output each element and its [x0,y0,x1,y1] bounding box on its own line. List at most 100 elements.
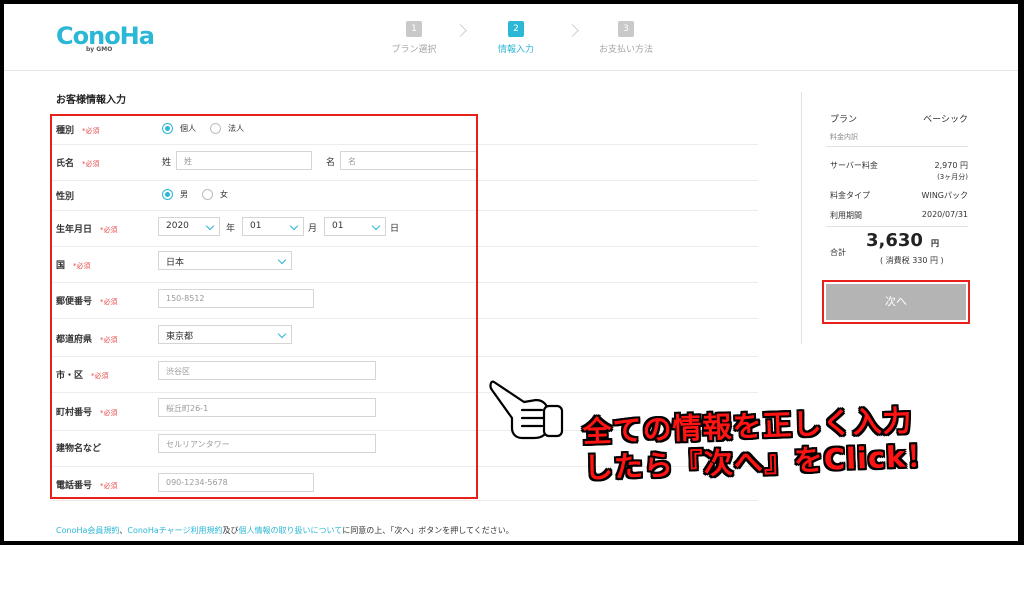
total-label: 合計 [830,248,846,257]
step-number: 3 [618,21,634,37]
terms-link[interactable]: ConoHa会員規約 [56,526,119,535]
radio-male-label: 男 [180,190,188,199]
gender-label: 性別 [56,192,75,202]
radio-individual[interactable] [162,123,173,134]
page: ConoHa by GMO 1 プラン選択 2 情報入力 3 お支払い方法 お客… [4,4,1018,541]
step-label: 情報入力 [497,45,534,55]
summary-rule [826,226,968,227]
phone-label: 電話番号 *必須 [56,481,118,491]
prefecture-value: 東京都 [166,332,194,342]
logo-sub: by GMO [86,46,113,53]
privacy-link[interactable]: 個人情報の取り扱いについて [239,526,343,535]
birth-month-select[interactable]: 01 [242,217,304,236]
row-city: 市・区 *必須 渋谷区 [52,356,758,393]
row-postal: 郵便番号 *必須 150-8512 [52,282,758,319]
building-input[interactable]: セルリアンタワー [158,434,376,453]
chevron-down-icon [277,255,287,265]
header: ConoHa by GMO 1 プラン選択 2 情報入力 3 お支払い方法 [4,4,1018,71]
progress-steps: 1 プラン選択 2 情報入力 3 お支払い方法 [374,16,664,61]
step-info: 2 情報入力 [476,16,556,55]
breakdown-label: 料金内訳 [830,133,858,141]
birth-year-value: 2020 [166,221,189,231]
server-note: (3ヶ月分) [937,173,968,181]
last-name-input[interactable]: 姓 [176,151,312,170]
step-number: 1 [406,21,422,37]
country-select[interactable]: 日本 [158,251,292,270]
tax-note: ( 消費税 330 円 ) [880,256,944,265]
required-badge: *必須 [100,409,118,417]
birth-day-select[interactable]: 01 [324,217,386,236]
first-name-label: 名 [326,158,336,168]
next-button[interactable]: 次へ [826,284,966,320]
required-badge: *必須 [91,372,109,380]
birthdate-label: 生年月日 *必須 [56,225,118,235]
row-country: 国 *必須 日本 [52,246,758,283]
birth-day-value: 01 [332,221,344,231]
city-input[interactable]: 渋谷区 [158,361,376,380]
phone-input[interactable]: 090-1234-5678 [158,473,314,492]
chevron-down-icon [277,329,287,339]
first-name-input[interactable]: 名 [340,151,478,170]
form-title: お客様情報入力 [56,95,126,106]
total-amount: 3,630 [866,230,923,251]
radio-female[interactable] [202,189,213,200]
building-label: 建物名など [56,444,102,454]
radio-corporate-label: 法人 [228,124,244,133]
terms-note: ConoHa会員規約、ConoHaチャージ利用規約及び個人情報の取り扱いについて… [56,525,514,536]
radio-corporate[interactable] [210,123,221,134]
terms-text: に同意の上、「次へ」ボタンを押してください。 [342,526,514,535]
required-badge: *必須 [100,226,118,234]
city-label: 市・区 *必須 [56,371,109,381]
summary-rule [826,146,968,147]
last-name-label: 姓 [162,158,172,168]
chevron-down-icon [289,221,299,231]
birth-year-select[interactable]: 2020 [158,217,220,236]
prefecture-label: 都道府県 *必須 [56,335,118,345]
birth-month-value: 01 [250,221,262,231]
country-value: 日本 [166,258,185,268]
country-label: 国 *必須 [56,261,91,271]
screenshot-frame: ConoHa by GMO 1 プラン選択 2 情報入力 3 お支払い方法 お客… [0,0,1024,545]
radio-male[interactable] [162,189,173,200]
annotation-callout: 全ての情報を正しく入力 したら『次へ』をClick！ [582,402,937,486]
row-name: 氏名 *必須 姓 姓 名 名 [52,144,758,181]
next-button-highlight: 次へ [822,280,970,324]
server-label: サーバー料金 [830,161,878,170]
server-value: 2,970 円 [934,161,968,170]
plan-label: プラン [830,115,858,125]
terms-sep: 及び [222,526,239,535]
required-badge: *必須 [100,336,118,344]
required-badge: *必須 [82,160,100,168]
row-gender: 性別 男 女 [52,180,758,211]
type-label: 種別 *必須 [56,126,100,136]
prefecture-select[interactable]: 東京都 [158,325,292,344]
row-birthdate: 生年月日 *必須 2020 年 01 月 01 日 [52,210,758,247]
charge-terms-link[interactable]: ConoHaチャージ利用規約 [127,526,222,535]
step-label: お支払い方法 [598,45,653,55]
pointing-hand-icon [489,380,564,440]
step-plan: 1 プラン選択 [374,16,454,55]
period-value: 2020/07/31 [921,210,968,219]
plan-value: ベーシック [923,115,968,125]
required-badge: *必須 [73,262,91,270]
name-label: 氏名 *必須 [56,159,100,169]
postal-input[interactable]: 150-8512 [158,289,314,308]
town-label: 町村番号 *必須 [56,408,118,418]
required-badge: *必須 [82,127,100,135]
chevron-down-icon [205,221,215,231]
chevron-right-icon [454,24,467,37]
step-number: 2 [508,21,524,37]
fee-type-value: WINGパック [921,191,968,200]
town-input[interactable]: 桜丘町26-1 [158,398,376,417]
required-badge: *必須 [100,298,118,306]
year-unit: 年 [226,224,236,234]
required-badge: *必須 [100,482,118,490]
step-label: プラン選択 [391,45,437,55]
radio-female-label: 女 [220,190,228,199]
radio-individual-label: 個人 [180,124,196,133]
period-label: 利用期間 [830,211,862,220]
day-unit: 日 [390,224,400,234]
total-unit: 円 [931,239,939,248]
chevron-right-icon [566,24,579,37]
month-unit: 月 [308,224,318,234]
